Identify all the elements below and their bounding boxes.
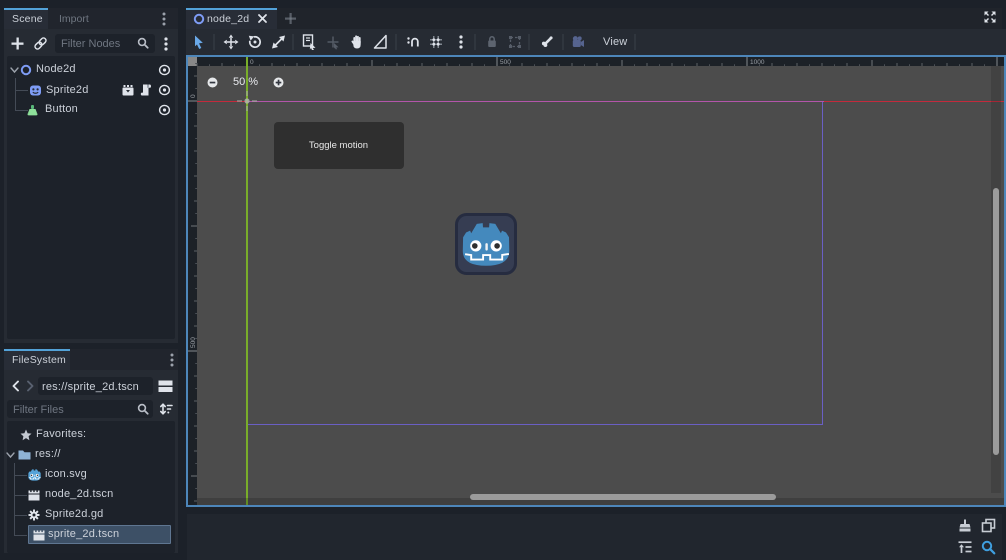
svg-text:0: 0 (190, 94, 197, 98)
svg-text:500: 500 (190, 337, 197, 348)
svg-text:1000: 1000 (750, 59, 765, 66)
svg-text:0: 0 (250, 59, 254, 66)
svg-text:500: 500 (500, 59, 511, 66)
